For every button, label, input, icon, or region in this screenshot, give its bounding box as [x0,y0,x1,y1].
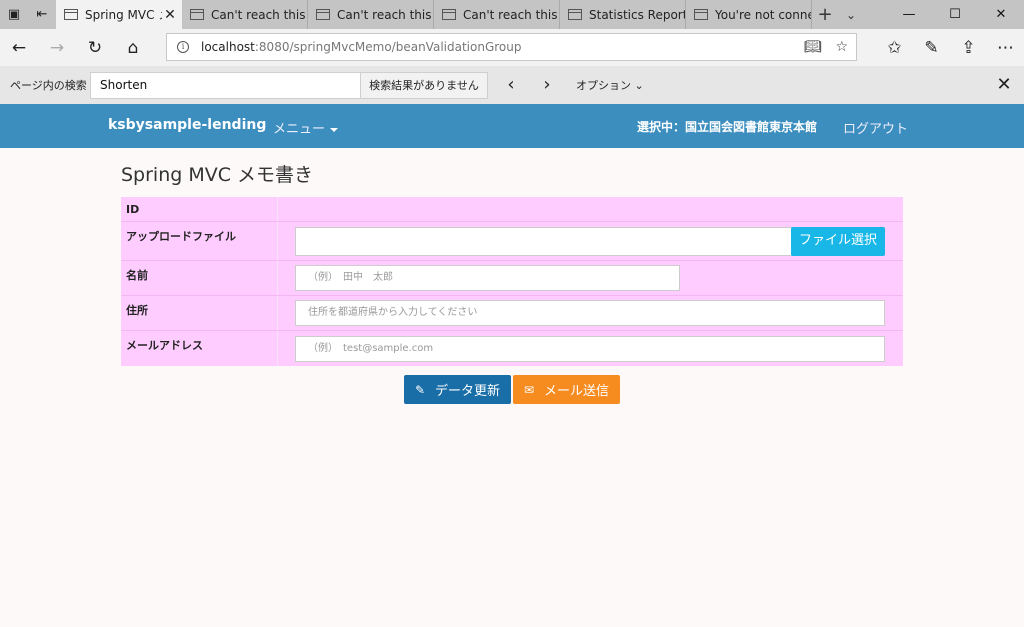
email-input[interactable]: （例） test@sample.com [295,336,885,362]
form-table: ID アップロードファイル ファイル選択 名前 （例） 田中 太郎 住所 住所を… [121,197,903,366]
maximize-icon[interactable]: ☐ [932,0,978,29]
favorite-star-icon[interactable]: ☆ [835,39,848,55]
chevron-down-icon[interactable]: ⌄ [838,0,864,29]
info-icon[interactable]: i [177,41,189,53]
email-label: メールアドレス [121,331,278,366]
update-label: データ更新 [435,384,501,399]
id-label: ID [121,197,278,221]
favorites-icon[interactable]: ✩ [876,29,913,66]
tab-label: You're not connec [715,7,811,22]
update-data-button[interactable]: ✎ データ更新 [404,375,511,404]
find-label: ページ内の検索 [10,79,87,92]
upload-file-input[interactable] [295,227,792,256]
find-result: 検索結果がありません [361,72,488,99]
page-title: Spring MVC メモ書き [121,164,314,186]
page-icon [316,9,330,20]
app-navbar: ksbysample-lending メニュー 選択中：国立国会図書館東京本館 … [0,104,1024,148]
form-row-address: 住所 住所を都道府県から入力してください [121,295,903,330]
logout-link[interactable]: ログアウト [843,118,908,137]
menu-dropdown[interactable]: メニュー [273,118,339,137]
pen-icon[interactable]: ✎ [913,29,950,66]
envelope-icon: ✉ [523,382,535,397]
page-icon [190,9,204,20]
page-icon [442,9,456,20]
tab-spring-mvc[interactable]: Spring MVC メ ✕ [56,0,182,29]
back-icon[interactable]: ← [0,29,38,66]
name-label: 名前 [121,261,278,295]
tab-statistics-report[interactable]: Statistics Report fo [560,0,686,29]
close-tab-icon[interactable]: ✕ [162,7,178,23]
tab-label: Spring MVC メ [85,8,162,22]
refresh-icon[interactable]: ↻ [76,29,114,66]
tab-cant-reach-2[interactable]: Can't reach this pa [308,0,434,29]
set-aside-tabs-icon[interactable]: ⇤ [28,0,56,29]
page-icon [568,9,582,20]
form-row-upload: アップロードファイル ファイル選択 [121,221,903,260]
new-tab-icon[interactable]: + [812,0,838,29]
browser-window: ▣ ⇤ Spring MVC メ ✕ Can't reach this pa C… [0,0,1024,627]
name-input[interactable]: （例） 田中 太郎 [295,265,680,291]
forward-icon[interactable]: → [38,29,76,66]
tab-label: Can't reach this pa [337,7,433,22]
brand-link[interactable]: ksbysample-lending [108,117,266,133]
tab-cant-reach-3[interactable]: Can't reach this pa [434,0,560,29]
edit-icon: ✎ [414,382,426,397]
upload-label: アップロードファイル [121,222,278,260]
find-options-label: オプション [576,79,631,92]
tab-label: Statistics Report fo [589,7,685,22]
share-icon[interactable]: ⇪ [950,29,987,66]
address-label: 住所 [121,296,278,330]
address-bar: ← → ↻ ⌂ i localhost:8080/springMvcMemo/b… [0,29,1024,66]
form-row-email: メールアドレス （例） test@sample.com [121,330,903,366]
page-icon [694,9,708,20]
selected-library: 選択中：国立国会図書館東京本館 [637,120,818,134]
page-icon [64,9,78,20]
file-select-button[interactable]: ファイル選択 [791,227,885,256]
more-icon[interactable]: ⋯ [987,29,1024,66]
find-input[interactable]: Shorten [90,72,361,99]
url-host: localhost [201,40,255,54]
close-window-icon[interactable]: ✕ [978,0,1024,29]
chevron-down-icon: ⌄ [634,79,644,92]
tab-label: Can't reach this pa [211,7,307,22]
chevron-left-icon[interactable]: ‹ [496,72,526,99]
tab-not-connected[interactable]: You're not connec [686,0,812,29]
minimize-icon[interactable]: — [886,0,932,29]
menu-label: メニュー [273,122,326,137]
chevron-right-icon[interactable]: › [532,72,562,99]
caret-down-icon [330,127,339,132]
mail-label: メール送信 [544,384,610,399]
tab-cant-reach-1[interactable]: Can't reach this pa [182,0,308,29]
address-input[interactable]: 住所を都道府県から入力してください [295,300,885,326]
form-row-name: 名前 （例） 田中 太郎 [121,260,903,295]
find-options-button[interactable]: オプション ⌄ [576,77,644,93]
tab-manager-icon[interactable]: ▣ [0,0,28,29]
url-input[interactable]: i localhost:8080/springMvcMemo/beanValid… [166,33,857,61]
home-icon[interactable]: ⌂ [114,29,152,66]
form-row-id: ID [121,197,903,221]
find-bar: ページ内の検索 Shorten 検索結果がありません ‹ › オプション ⌄ ✕ [0,66,1024,104]
tab-strip: ▣ ⇤ Spring MVC メ ✕ Can't reach this pa C… [0,0,1024,29]
reading-view-icon[interactable]: 📖︎ [804,39,822,55]
close-find-icon[interactable]: ✕ [994,74,1014,95]
tab-label: Can't reach this pa [463,7,559,22]
send-mail-button[interactable]: ✉ メール送信 [513,375,620,404]
url-path: :8080/springMvcMemo/beanValidationGroup [254,40,522,54]
